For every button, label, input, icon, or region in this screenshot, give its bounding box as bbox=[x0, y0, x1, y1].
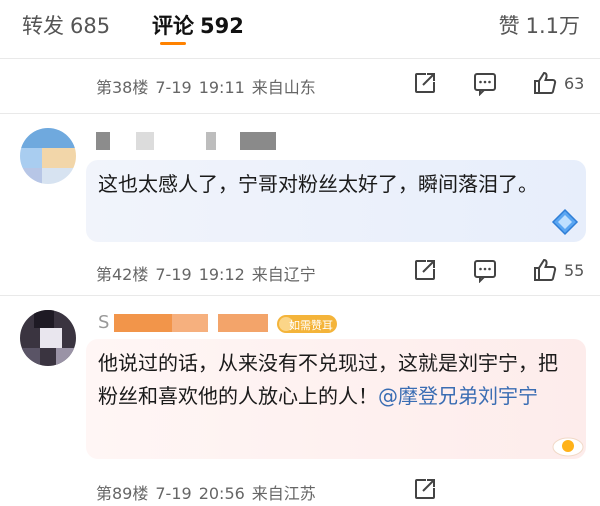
comment-tabs: 转发 685 评论 592 赞 1.1万 bbox=[0, 0, 600, 50]
username-obscured[interactable] bbox=[96, 128, 296, 154]
avatar-pixel-block bbox=[56, 348, 76, 366]
avatar-pixel-block bbox=[20, 168, 42, 184]
comment-meta-row: 第38楼 7-19 19:11 来自山东 63 bbox=[96, 70, 586, 100]
thumbs-up-icon bbox=[534, 258, 557, 281]
comment-meta-row: 第42楼 7-19 19:12 来自辽宁 55 bbox=[96, 257, 586, 287]
comment-floor: 第42楼 bbox=[96, 265, 149, 284]
member-badge-label: 如需赞耳 bbox=[289, 319, 333, 332]
tab-repost[interactable]: 转发 685 bbox=[22, 10, 110, 40]
comment-icon bbox=[474, 260, 496, 284]
reply-button[interactable] bbox=[472, 257, 498, 284]
avatar-pixel-block bbox=[20, 148, 42, 168]
avatar-pixel-block bbox=[42, 168, 76, 184]
comment-text: 这也太感人了，宁哥对粉丝太好了，瞬间落泪了。 bbox=[98, 172, 538, 196]
thumbs-up-icon bbox=[534, 71, 557, 94]
share-button[interactable] bbox=[412, 257, 438, 283]
avatar-pixel-block bbox=[34, 310, 54, 328]
avatar[interactable] bbox=[20, 128, 76, 184]
comment-meta: 第89楼 7-19 20:56 来自江苏 bbox=[96, 480, 323, 504]
comment-time: 19:12 bbox=[198, 265, 245, 284]
username-blur-block bbox=[136, 132, 154, 150]
member-badge[interactable]: 如需赞耳 bbox=[277, 315, 337, 333]
tabs-divider bbox=[0, 58, 600, 59]
comment-location: 来自山东 bbox=[251, 78, 316, 97]
username-initial: S bbox=[98, 312, 110, 333]
comment-location: 来自辽宁 bbox=[251, 265, 316, 284]
active-tab-indicator bbox=[160, 42, 186, 45]
avatar-pixel-block bbox=[20, 348, 40, 366]
username-blur-block bbox=[240, 132, 276, 150]
diamond-icon bbox=[551, 208, 579, 236]
mention-link[interactable]: @摩登兄弟刘宇宁 bbox=[378, 384, 538, 408]
like-count: 63 bbox=[564, 74, 585, 93]
avatar[interactable] bbox=[20, 310, 76, 366]
tab-comments-label: 评论 bbox=[152, 14, 194, 38]
comment-date: 7-19 bbox=[155, 484, 192, 503]
tab-repost-label: 转发 bbox=[22, 14, 64, 38]
tab-likes-count: 1.1万 bbox=[525, 14, 580, 38]
like-button[interactable] bbox=[532, 257, 558, 283]
comment-meta: 第38楼 7-19 19:11 来自山东 bbox=[96, 74, 323, 98]
avatar-pixel-block bbox=[42, 148, 76, 168]
username-obscured[interactable]: S bbox=[96, 310, 276, 336]
comment-time: 20:56 bbox=[198, 484, 245, 503]
username-blur-block bbox=[114, 314, 172, 332]
username-blur-block bbox=[172, 314, 208, 332]
username-blur-block bbox=[218, 314, 268, 332]
like-button[interactable] bbox=[532, 70, 558, 96]
share-button[interactable] bbox=[412, 476, 438, 502]
share-icon bbox=[415, 73, 435, 93]
share-button[interactable] bbox=[412, 70, 438, 96]
comment-date: 7-19 bbox=[155, 265, 192, 284]
egg-icon bbox=[552, 437, 584, 457]
comment-floor: 第89楼 bbox=[96, 484, 149, 503]
comment-date: 7-19 bbox=[155, 78, 192, 97]
comment-divider bbox=[0, 295, 600, 296]
reply-button[interactable] bbox=[472, 70, 498, 97]
comment-icon bbox=[474, 73, 496, 97]
share-icon bbox=[415, 260, 435, 280]
comment-floor: 第38楼 bbox=[96, 78, 149, 97]
tab-likes-label: 赞 bbox=[498, 14, 520, 38]
tab-comments[interactable]: 评论 592 bbox=[152, 10, 244, 40]
tab-likes[interactable]: 赞 1.1万 bbox=[499, 10, 580, 40]
username-blur-block bbox=[206, 132, 216, 150]
comment-time: 19:11 bbox=[198, 78, 245, 97]
comment-meta: 第42楼 7-19 19:12 来自辽宁 bbox=[96, 261, 323, 285]
comment-meta-row: 第89楼 7-19 20:56 来自江苏 bbox=[96, 476, 586, 506]
tab-repost-count: 685 bbox=[70, 14, 111, 38]
comment-bubble: 这也太感人了，宁哥对粉丝太好了，瞬间落泪了。 bbox=[86, 160, 586, 242]
avatar-pixel-block bbox=[40, 328, 62, 348]
username-blur-block bbox=[96, 132, 110, 150]
tab-comments-count: 592 bbox=[200, 14, 244, 38]
comment-bubble: 他说过的话，从来没有不兑现过，这就是刘宇宁，把粉丝和喜欢他的人放心上的人！@摩登… bbox=[86, 339, 586, 459]
avatar-pixel-block bbox=[20, 128, 76, 148]
comment-location: 来自江苏 bbox=[251, 484, 316, 503]
like-count: 55 bbox=[564, 261, 585, 280]
share-icon bbox=[415, 479, 435, 499]
comment-divider bbox=[0, 113, 600, 114]
comment-text-wrapper: 他说过的话，从来没有不兑现过，这就是刘宇宁，把粉丝和喜欢他的人放心上的人！@摩登… bbox=[98, 347, 568, 413]
